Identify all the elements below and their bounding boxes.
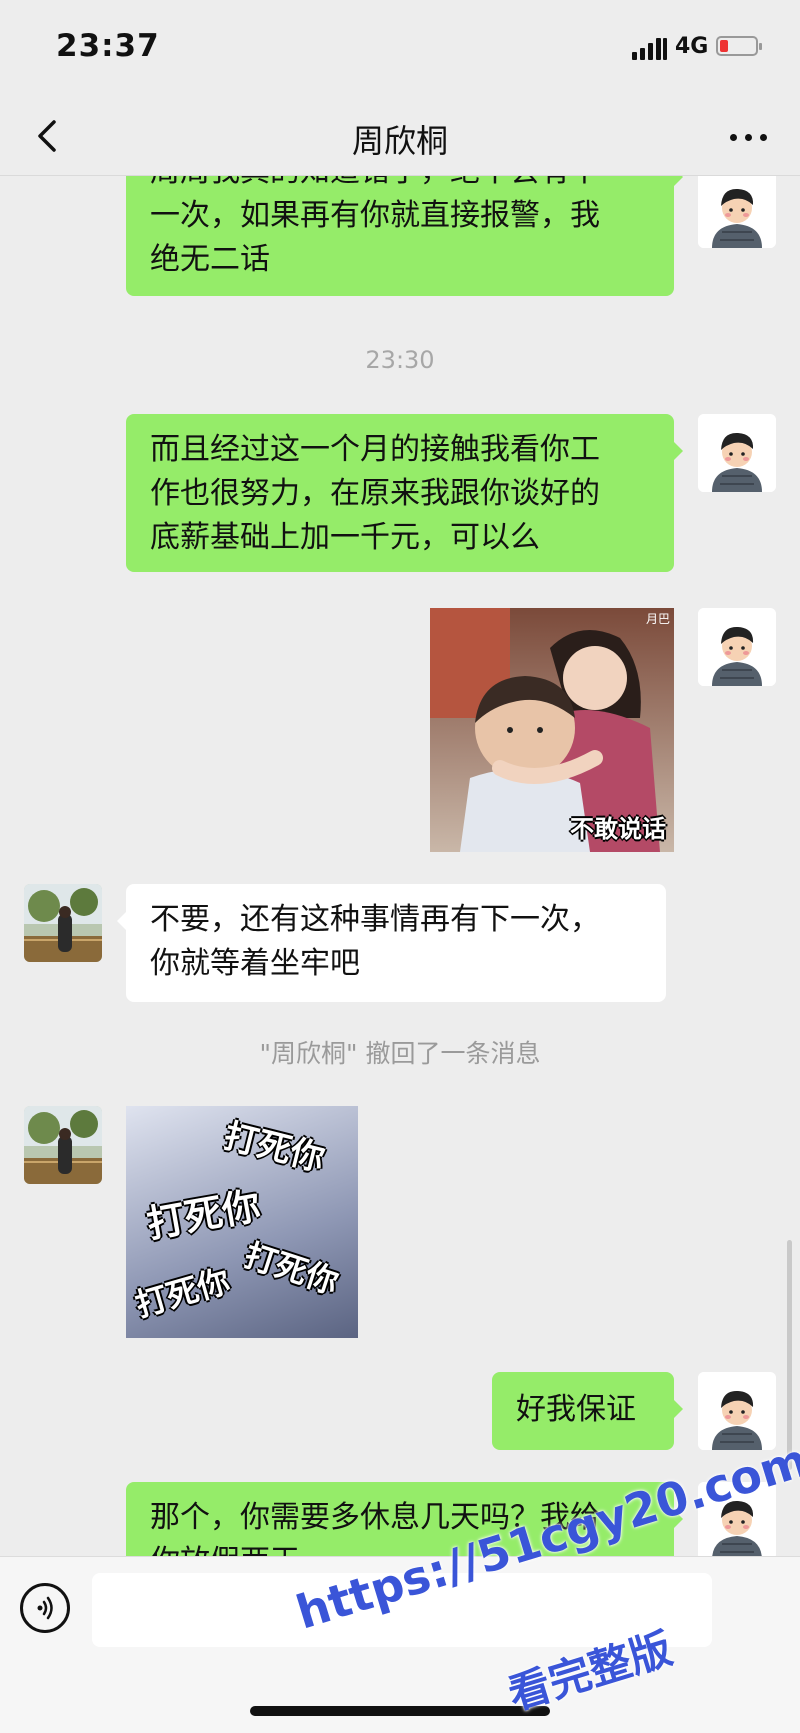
sent-message[interactable]: 好我保证 [492,1372,683,1450]
sticker-caption: 不敢说话 [570,815,666,843]
more-options-icon[interactable] [724,116,774,156]
sticker-tag: 月巴 [645,612,670,626]
sent-message[interactable]: 周周我真的知道错了，绝不会有下 一次，如果再有你就直接报警，我 绝无二话 [126,176,683,296]
network-type: 4G [675,34,709,59]
message-text: 绝无二话 [150,242,270,277]
sent-sticker[interactable]: 月巴 不敢说话 [430,608,674,852]
sticker-text: 打死你 [143,1183,264,1247]
message-text: 好我保证 [516,1392,636,1427]
my-avatar[interactable] [698,1372,776,1450]
home-indicator[interactable] [250,1706,550,1716]
message-text: 底薪基础上加一千元，可以么 [150,520,540,555]
sticker-text: 打死你 [219,1116,329,1180]
signal-icon [632,36,668,60]
voice-input-icon[interactable] [20,1583,70,1633]
status-bar: 23:37 4G [0,0,800,96]
received-message[interactable]: 不要，还有这种事情再有下一次， 你就等着坐牢吧 [117,884,666,1002]
message-text: 而且经过这一个月的接触我看你工 [150,432,600,467]
message-text: 一次，如果再有你就直接报警，我 [150,198,600,233]
my-avatar[interactable] [698,414,776,492]
contact-avatar[interactable] [24,1106,102,1184]
contact-name: 周欣桐 [351,122,448,160]
chat-header: 周欣桐 [0,96,800,176]
contact-avatar[interactable] [24,884,102,962]
my-avatar[interactable] [698,176,776,248]
message-text: 不要，还有这种事情再有下一次， [150,902,600,937]
status-time: 23:37 [56,28,160,64]
battery-icon [716,36,762,56]
sent-message[interactable]: 而且经过这一个月的接触我看你工 作也很努力，在原来我跟你谈好的 底薪基础上加一千… [126,414,683,572]
my-avatar[interactable] [698,608,776,686]
received-sticker[interactable]: 打死你 打死你 打死你 打死你 [126,1106,358,1338]
sticker-text: 打死你 [239,1235,343,1302]
time-divider: 23:30 [365,346,435,374]
sticker-text: 打死你 [131,1261,234,1325]
message-list[interactable]: 周周我真的知道错了，绝不会有下 一次，如果再有你就直接报警，我 绝无二话 23:… [0,176,800,1556]
recall-notice: "周欣桐" 撤回了一条消息 [259,1039,541,1068]
message-text: 你就等着坐牢吧 [150,946,360,981]
message-text: 作也很努力，在原来我跟你谈好的 [150,476,600,511]
message-text: 周周我真的知道错了，绝不会有下 [150,176,650,194]
